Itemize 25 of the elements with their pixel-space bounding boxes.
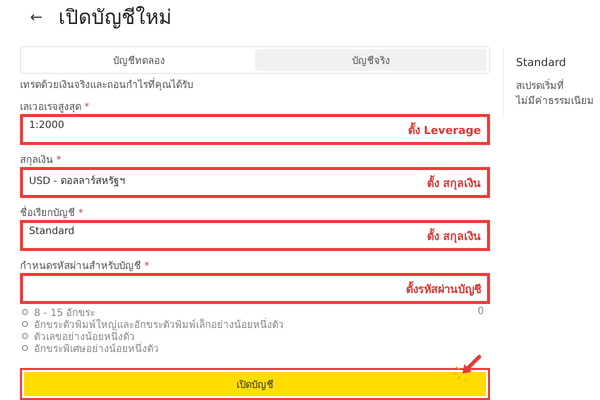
page-title: เปิดบัญชีใหม่ bbox=[58, 4, 172, 32]
field-label: เลเวอเรจสูงสุด * bbox=[20, 101, 90, 114]
input-field[interactable]: USD - ดอลลาร์สหรัฐฯ ตั้ง สกุลเงิน bbox=[20, 167, 490, 198]
input-field[interactable]: ตั้งรหัสผ่านบัญชี bbox=[20, 273, 490, 304]
field-label: ชื่อเรียกบัญชี * bbox=[20, 205, 490, 220]
input-field[interactable]: Standard ตั้ง สกุลเงิน bbox=[20, 220, 490, 252]
open-account-button[interactable]: เปิดบัญชี bbox=[24, 372, 486, 396]
back-button[interactable]: ← bbox=[30, 8, 43, 26]
plan-detail: ไม่มีค่าธรรมเนียม bbox=[516, 94, 594, 109]
character-count: 0 bbox=[478, 306, 484, 320]
plan-title: Standard bbox=[516, 56, 568, 69]
bullet-icon bbox=[22, 321, 28, 328]
password-rule: อักขระพิเศษอย่างน้อยหนึ่งตัว bbox=[34, 340, 159, 356]
field-label: สกุลเงิน * bbox=[20, 154, 62, 166]
input-field[interactable]: 1:2000 ตั้ง Leverage bbox=[20, 114, 490, 146]
plan-detail: สเปรดเริ่มที่ bbox=[516, 79, 594, 94]
password-rule: 8 - 15 อักขระ bbox=[34, 306, 96, 319]
bullet-icon bbox=[22, 345, 28, 352]
bullet-icon bbox=[22, 333, 28, 340]
tab[interactable]: บัญชีจริง bbox=[255, 48, 487, 72]
password-rule: ตัวเลขอย่างน้อยหนึ่งตัว bbox=[34, 330, 135, 343]
password-rule: อักขระตัวพิมพ์ใหญ่และอักขระตัวพิมพ์เล็กอย่างน้อยหนึ่งตัว bbox=[34, 316, 284, 332]
field-label: กำหนดรหัสผ่านสำหรับบัญชี * bbox=[20, 260, 150, 272]
subtitle: เทรดด้วยเงินจริงและถอนกำไรที่คุณได้รับ bbox=[20, 77, 490, 92]
bullet-icon bbox=[22, 309, 28, 316]
